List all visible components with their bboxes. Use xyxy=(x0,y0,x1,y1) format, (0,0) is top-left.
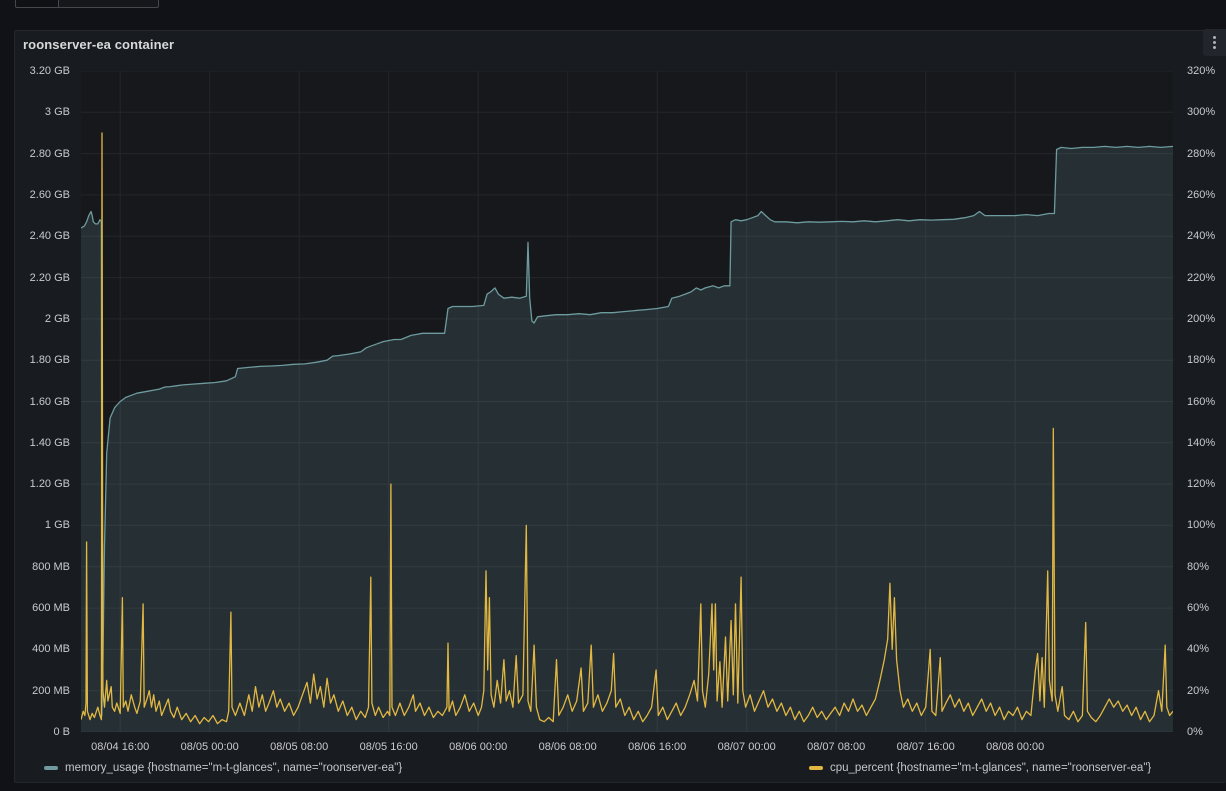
y-tick-label-memory: 1 GB xyxy=(45,519,70,531)
x-tick-label: 08/04 16:00 xyxy=(91,741,149,753)
memory-series-marker-icon xyxy=(44,766,58,770)
y-tick-label-memory: 2.60 GB xyxy=(30,189,70,201)
y-tick-label-memory: 1.20 GB xyxy=(30,478,70,490)
grafana-page: roonserver-ea container 3.20 GB 3 GB 2.80 … xyxy=(0,0,1226,791)
x-tick-label: 08/07 08:00 xyxy=(807,741,865,753)
y-tick-label-cpu: 40% xyxy=(1187,643,1209,655)
x-tick-label: 08/07 16:00 xyxy=(897,741,955,753)
time-series-chart[interactable] xyxy=(81,71,1173,732)
y-tick-label-cpu: 100% xyxy=(1187,519,1215,531)
y-axis-left-memory: 3.20 GB3 GB2.80 GB2.60 GB2.40 GB2.20 GB2… xyxy=(15,71,75,732)
y-tick-label-cpu: 280% xyxy=(1187,148,1215,160)
cropped-toolbar xyxy=(15,0,159,8)
x-tick-label: 08/08 00:00 xyxy=(986,741,1044,753)
y-tick-label-memory: 2.80 GB xyxy=(30,148,70,160)
y-tick-label-memory: 1.40 GB xyxy=(30,437,70,449)
y-tick-label-cpu: 180% xyxy=(1187,354,1215,366)
chart-canvas[interactable] xyxy=(81,71,1173,732)
y-tick-label-cpu: 260% xyxy=(1187,189,1215,201)
cropped-toolbar-button-1[interactable] xyxy=(15,0,58,8)
panel-header: roonserver-ea container xyxy=(15,31,1226,61)
cpu-series-marker-icon xyxy=(809,766,823,770)
y-tick-label-memory: 2.40 GB xyxy=(30,230,70,242)
legend-item-memory-usage[interactable]: memory_usage {hostname="m-t-glances", na… xyxy=(44,762,402,774)
y-tick-label-memory: 200 MB xyxy=(32,685,70,697)
y-tick-label-cpu: 60% xyxy=(1187,602,1209,614)
y-tick-label-memory: 400 MB xyxy=(32,643,70,655)
panel-title[interactable]: roonserver-ea container xyxy=(23,37,174,52)
y-tick-label-memory: 1.80 GB xyxy=(30,354,70,366)
legend: memory_usage {hostname="m-t-glances", na… xyxy=(15,762,1226,782)
kebab-icon xyxy=(1213,41,1216,44)
y-tick-label-memory: 3 GB xyxy=(45,106,70,118)
y-tick-label-cpu: 160% xyxy=(1187,396,1215,408)
kebab-icon xyxy=(1213,46,1216,49)
legend-item-cpu-percent[interactable]: cpu_percent {hostname="m-t-glances", nam… xyxy=(809,762,1151,774)
panel-menu-button[interactable] xyxy=(1203,29,1226,56)
y-tick-label-cpu: 200% xyxy=(1187,313,1215,325)
x-tick-label: 08/06 16:00 xyxy=(628,741,686,753)
y-tick-label-memory: 1.60 GB xyxy=(30,396,70,408)
y-tick-label-cpu: 0% xyxy=(1187,726,1203,738)
x-tick-label: 08/06 00:00 xyxy=(449,741,507,753)
cropped-toolbar-button-2[interactable] xyxy=(58,0,159,8)
y-tick-label-memory: 800 MB xyxy=(32,561,70,573)
y-axis-right-cpu: 320%300%280%260%240%220%200%180%160%140%… xyxy=(1181,71,1226,732)
x-tick-label: 08/05 08:00 xyxy=(270,741,328,753)
y-tick-label-cpu: 240% xyxy=(1187,230,1215,242)
x-axis-time: 08/04 16:00 08/05 00:00 08/05 08:00 08/05 1… xyxy=(15,739,1226,755)
x-tick-label: 08/06 08:00 xyxy=(539,741,597,753)
y-tick-label-cpu: 220% xyxy=(1187,272,1215,284)
series-fill-0 xyxy=(81,146,1173,732)
y-tick-label-memory: 3.20 GB xyxy=(30,65,70,77)
y-tick-label-memory: 2.20 GB xyxy=(30,272,70,284)
y-tick-label-cpu: 20% xyxy=(1187,685,1209,697)
y-tick-label-memory: 2 GB xyxy=(45,313,70,325)
legend-label-cpu: cpu_percent {hostname="m-t-glances", nam… xyxy=(830,762,1151,774)
y-tick-label-memory: 0 B xyxy=(53,726,70,738)
y-tick-label-memory: 600 MB xyxy=(32,602,70,614)
y-tick-label-cpu: 300% xyxy=(1187,106,1215,118)
y-tick-label-cpu: 140% xyxy=(1187,437,1215,449)
x-tick-label: 08/05 00:00 xyxy=(181,741,239,753)
y-tick-label-cpu: 320% xyxy=(1187,65,1215,77)
x-tick-label: 08/05 16:00 xyxy=(360,741,418,753)
x-tick-label: 08/07 00:00 xyxy=(718,741,776,753)
panel-roonserver-ea: roonserver-ea container 3.20 GB 3 GB 2.80 … xyxy=(14,30,1226,783)
y-tick-label-cpu: 80% xyxy=(1187,561,1209,573)
kebab-icon xyxy=(1213,36,1216,39)
y-tick-label-cpu: 120% xyxy=(1187,478,1215,490)
legend-label-memory: memory_usage {hostname="m-t-glances", na… xyxy=(65,762,402,774)
